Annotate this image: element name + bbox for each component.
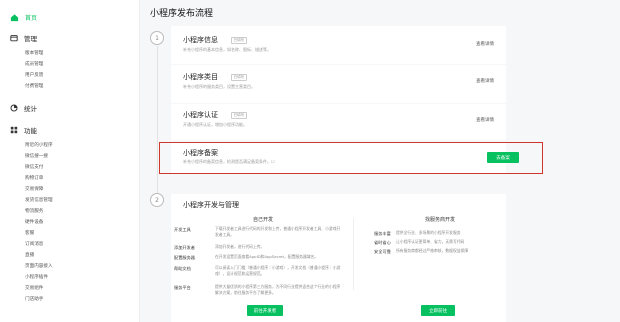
card-description: 补充小程序的基本信息，如名称、图标、描述等。 [183, 47, 271, 52]
row-text: 所有服务商都经过严格审核，数据权益保障 [396, 248, 469, 253]
view-details-link[interactable]: 查看详情 [476, 41, 494, 47]
card-title: 小程序信息 [183, 36, 218, 44]
row-text: 下载开发者工具进行代码的开发和上传，普通小程序开发者工具、小游戏开发者工具。 [215, 226, 341, 237]
self-develop-heading: 自己开发 [253, 217, 274, 223]
sidebar-item-nearby[interactable]: 附近的小程序 [25, 141, 53, 150]
sidebar-item-members[interactable]: 成员管理 [25, 60, 43, 69]
home-icon [10, 13, 19, 21]
sidebar-item-subscribe[interactable]: 订阅消息 [25, 240, 43, 249]
card-dev-management: 小程序开发与管理 自己开发 找服务商开发 开发工具 下载开发者工具进行代码的开发… [171, 194, 506, 322]
column-divider [353, 218, 354, 290]
folder-icon [10, 35, 18, 42]
row-label: 省时省心 [374, 240, 391, 245]
card-description: 开通小程序认证，增加小程序功能。 [183, 122, 247, 127]
row-label: 安全可靠 [374, 249, 391, 254]
row-text: 添加开发者，进行代码上传。 [215, 244, 265, 249]
row-text: 提供全行业、多场景的小程序开发服务 [396, 230, 461, 235]
go-now-button[interactable]: 立即前往 [421, 305, 455, 316]
sidebar-item-label: 首页 [25, 14, 38, 22]
sidebar-item-trade[interactable]: 交易组件 [25, 284, 43, 293]
go-develop-button[interactable]: 前往开发者 [247, 305, 283, 316]
sidebar-section-stats[interactable]: 统计 [6, 101, 37, 115]
row-text: 提供大量优质的小程序第三方服务，为不同行业提供适合这个行业的小程序解决方案，前往… [215, 284, 341, 295]
row-label: 添加开发者 [174, 245, 195, 250]
sidebar-item-shipping[interactable]: 发货信息管理 [25, 196, 53, 205]
sidebar-item-logistics[interactable]: 物流服务 [25, 207, 43, 216]
sidebar-item-version[interactable]: 版本管理 [25, 49, 43, 58]
row-label: 开发工具 [174, 227, 191, 232]
sidebar: 首页 管理 版本管理 成员管理 用户反馈 付费管理 统计 功能 附近的小程序 微… [0, 0, 140, 322]
row-text: 可以阅读入门门槛（普通小程序｜小游戏），开发文档（普通小程序｜小游戏），设计规范… [215, 265, 341, 276]
sidebar-item-orders[interactable]: 购物订单 [25, 174, 43, 183]
sidebar-item-guarantee[interactable]: 交易保障 [25, 185, 43, 194]
page-title: 小程序发布流程 [150, 9, 214, 19]
sidebar-item-content[interactable]: 页面内容接入 [25, 262, 53, 271]
sidebar-section-manage[interactable]: 管理 [6, 31, 37, 45]
card-mini-program-info: 小程序信息 已填写 补充小程序的基本信息，如名称、图标、描述等。 查看详情 [171, 26, 506, 64]
card-mini-program-category: 小程序类目 已填写 补充小程序的服务类目，设置主营类目。 查看详情 [171, 65, 506, 103]
sidebar-item-payment[interactable]: 付费管理 [25, 82, 43, 91]
status-badge: 已填写 [231, 112, 247, 119]
highlight-box [159, 142, 543, 174]
status-badge: 已填写 [231, 74, 247, 81]
grid-icon [10, 126, 18, 134]
card-description: 补充小程序的服务类目，设置主营类目。 [183, 84, 255, 89]
sidebar-item-wechat-pay[interactable]: 微信支付 [25, 163, 43, 172]
sidebar-item-hardware[interactable]: 硬件设备 [25, 218, 43, 227]
sidebar-item-live[interactable]: 直播 [25, 251, 34, 260]
sidebar-section-features[interactable]: 功能 [6, 123, 37, 137]
card-mini-program-verification: 小程序认证 已填写 开通小程序认证，增加小程序功能。 查看详情 [171, 104, 506, 140]
vendor-develop-heading: 找服务商开发 [425, 217, 456, 223]
step-number-2: 2 [150, 193, 164, 207]
sidebar-item-support[interactable]: 客服 [25, 229, 34, 238]
row-label: 配置服务器 [174, 255, 195, 260]
sidebar-item-store[interactable]: 门店助手 [25, 295, 43, 304]
step-connector [157, 46, 158, 194]
row-text: 让小程序认证更简单、省力，无需写代码 [396, 239, 465, 244]
card-title: 小程序认证 [183, 111, 218, 119]
row-label: 帮助文档 [174, 266, 191, 271]
row-label: 服务丰富 [374, 231, 391, 236]
view-details-link[interactable]: 查看详情 [476, 78, 494, 84]
sidebar-item-home[interactable]: 首页 [6, 8, 134, 26]
view-details-link[interactable]: 查看详情 [476, 117, 494, 123]
sidebar-item-search[interactable]: 微信搜一搜 [25, 152, 48, 161]
row-text: 在开发设置页面查看AppID和AppSecret，配置服务器域名。 [215, 254, 319, 259]
status-badge: 已填写 [231, 37, 247, 44]
step-number-1: 1 [150, 31, 164, 45]
card-title: 小程序开发与管理 [183, 201, 239, 209]
sidebar-item-feedback[interactable]: 用户反馈 [25, 71, 43, 80]
row-label: 服务平台 [174, 285, 191, 290]
sidebar-item-plugin[interactable]: 小程序插件 [25, 273, 48, 282]
chart-icon [10, 104, 18, 112]
card-title: 小程序类目 [183, 73, 218, 81]
